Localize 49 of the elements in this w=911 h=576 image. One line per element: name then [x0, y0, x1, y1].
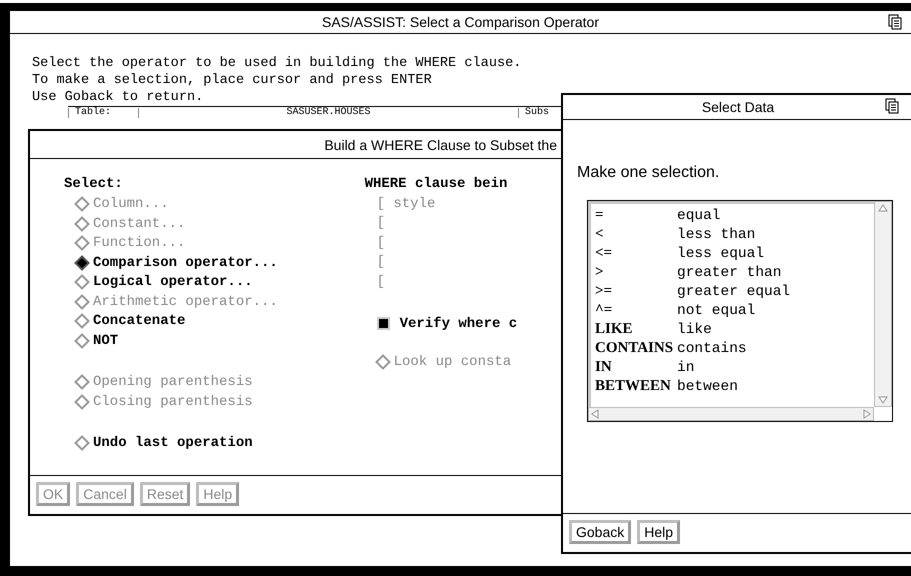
window-title: SAS/ASSIST: Select a Comparison Operator	[322, 14, 599, 30]
scroll-down-icon[interactable]	[877, 394, 889, 406]
list-item[interactable]: ^= not equal	[595, 301, 870, 320]
scroll-left-icon[interactable]	[589, 408, 601, 420]
list-item[interactable]: LIKE like	[595, 320, 870, 339]
clause-line: [	[376, 214, 385, 233]
instruction-text: Select the operator to be used in building the WHERE clause.	[32, 55, 522, 72]
list-item[interactable]: = equal	[595, 206, 870, 225]
window-title: Select Data	[702, 99, 774, 115]
option-label[interactable]: Comparison operator...	[93, 254, 278, 271]
list-item[interactable]: CONTAINS contains	[595, 339, 870, 358]
option-label[interactable]: Undo last operation	[93, 435, 253, 452]
clause-line: [	[376, 234, 385, 252]
window-menu-icon[interactable]	[885, 98, 899, 114]
list-item[interactable]: >= greater equal	[595, 282, 870, 301]
option-label[interactable]: NOT	[93, 332, 118, 349]
option-label[interactable]: Logical operator...	[93, 274, 253, 290]
window-menu-icon[interactable]	[888, 14, 902, 30]
list-item[interactable]: BETWEEN between	[595, 377, 870, 396]
radio-diamond-icon[interactable]	[74, 254, 90, 271]
list-item[interactable]: > greater than	[595, 263, 870, 282]
radio-diamond-icon[interactable]	[74, 313, 90, 330]
verify-checkbox[interactable]	[376, 317, 390, 330]
table-label: Table:	[68, 108, 138, 118]
verify-label: Verify where c	[400, 316, 518, 332]
operator-list[interactable]: = equal < less than <= less equal > greater than >= greater equal ^= not equal LIKE like CONTAINS contains IN in BETWEEN between	[587, 200, 893, 422]
option-label[interactable]: Concatenate	[93, 313, 186, 330]
dialog-title: Build a WHERE Clause to Subset the	[324, 136, 557, 152]
list-item[interactable]: IN in	[595, 358, 870, 377]
instruction-text: Use Goback to return.	[32, 89, 204, 106]
horizontal-scrollbar[interactable]	[588, 407, 874, 421]
scroll-up-icon[interactable]	[877, 202, 889, 214]
radio-diamond-icon[interactable]	[74, 274, 90, 290]
select-label: Select:	[64, 175, 124, 194]
clause-line: [ style	[376, 194, 436, 214]
instruction-text: To make a selection, place cursor and press ENTER	[32, 72, 433, 89]
list-item[interactable]: <= less equal	[595, 244, 870, 263]
table-name: SASUSER.HOUSES	[138, 108, 518, 118]
radio-diamond-icon[interactable]	[74, 332, 90, 349]
vertical-scrollbar[interactable]	[874, 201, 892, 407]
list-item[interactable]: < less than	[595, 225, 870, 244]
clause-line: [	[376, 272, 385, 292]
radio-diamond-icon[interactable]	[74, 435, 90, 452]
dialog-button[interactable]: Help	[637, 520, 680, 544]
scroll-right-icon[interactable]	[861, 408, 873, 420]
dialog-button[interactable]: Goback	[569, 520, 632, 544]
clause-label: WHERE clause bein	[364, 175, 508, 194]
prompt-text: Make one selection.	[577, 164, 720, 182]
clause-line: [	[376, 253, 385, 272]
